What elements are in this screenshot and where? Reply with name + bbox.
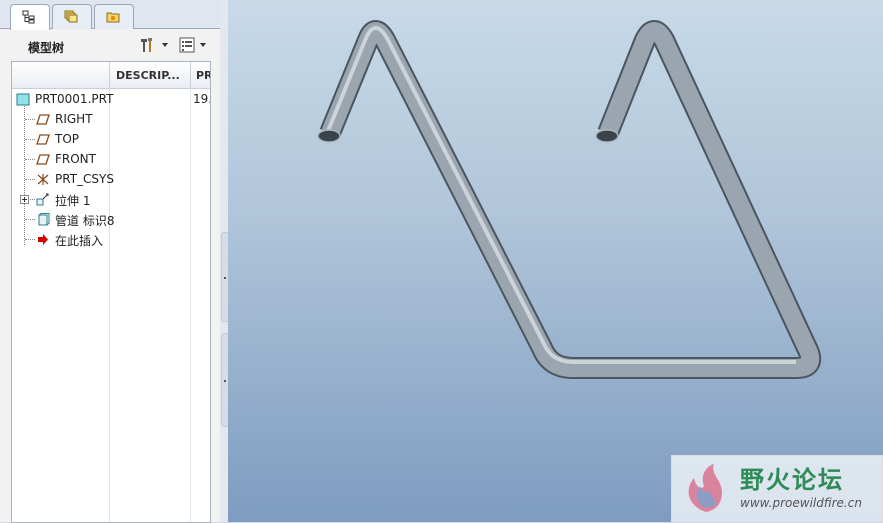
tree-item[interactable]: 拉伸 1 [12, 189, 210, 209]
pipe-icon [38, 213, 50, 226]
watermark-title: 野火论坛 [740, 466, 844, 494]
part-icon [16, 93, 30, 106]
navigator-tabs [0, 0, 220, 30]
column-header-description[interactable]: DESCRIP... [110, 62, 191, 89]
layers-icon [64, 10, 78, 23]
column-header-pr[interactable]: PR [191, 62, 211, 89]
insert-here-icon [38, 234, 48, 245]
tree-item[interactable]: 在此插入 [12, 229, 210, 249]
model-tree-icon [22, 10, 35, 24]
column-header-description-label: DESCRIP... [116, 69, 180, 82]
csys-icon [37, 174, 49, 185]
tree-root-item[interactable]: PRT0001.PRT 19. [12, 89, 210, 109]
tree-item[interactable]: PRT_CSYS [12, 169, 210, 189]
pane-title: 模型树 [28, 41, 65, 55]
tree-item[interactable]: FRONT [12, 149, 210, 169]
tree-item-label: FRONT [55, 152, 96, 166]
graphics-viewport[interactable]: 野火论坛 www.proewildfire.cn [228, 0, 883, 522]
tree-item[interactable]: RIGHT [12, 109, 210, 129]
tree-connector [25, 219, 35, 220]
grip-dot [224, 277, 226, 279]
tree-connector [25, 239, 35, 240]
tree-root-pr-value: 19. [193, 92, 211, 106]
column-header-pr-label: PR [196, 69, 211, 82]
expand-icon[interactable] [20, 195, 29, 204]
layers-tab[interactable] [52, 4, 92, 29]
model-tree: DESCRIP... PR PRT0001.PRT 19. RIGHT TOP … [11, 61, 211, 523]
list-icon [179, 37, 206, 53]
tree-item-label: PRT_CSYS [55, 172, 114, 186]
grip-dot [224, 380, 226, 382]
pane-header: 模型树 [0, 30, 220, 60]
column-header-name[interactable] [12, 62, 110, 89]
tools-icon [141, 38, 168, 52]
tree-item[interactable]: TOP [12, 129, 210, 149]
tree-connector [25, 159, 35, 160]
tree-connector [25, 119, 35, 120]
pipe-end [595, 129, 619, 143]
pipe-end [317, 129, 341, 143]
datum-plane-icon [36, 154, 50, 165]
tree-item-label: 拉伸 1 [55, 194, 91, 208]
tree-connector [25, 179, 35, 180]
tree-connector [25, 139, 35, 140]
tree-item-label: TOP [55, 132, 80, 146]
pipe-model [317, 20, 822, 379]
tree-root-label: PRT0001.PRT [35, 92, 114, 106]
tree-item-label: RIGHT [55, 112, 93, 126]
watermark-url: www.proewildfire.cn [740, 496, 862, 510]
folder-star-icon [106, 12, 120, 23]
datum-plane-icon [36, 134, 50, 145]
extrude-icon [36, 193, 49, 206]
datum-plane-icon [36, 114, 50, 125]
navigator-pane: 模型树 DESCRIP... PR PRT0001.PRT 19. RIGHT … [0, 0, 221, 523]
show-dropdown-button[interactable] [178, 36, 210, 54]
pane-splitter[interactable] [220, 0, 229, 522]
flame-logo-icon [688, 464, 722, 512]
tree-item[interactable]: 管道 标识8 [12, 209, 210, 229]
model-tree-tab[interactable] [10, 4, 50, 30]
tree-item-label: 在此插入 [55, 234, 104, 248]
favorites-tab[interactable] [94, 4, 134, 29]
watermark-logo: 野火论坛 www.proewildfire.cn [671, 455, 883, 522]
tree-item-label: 管道 标识8 [55, 214, 115, 228]
settings-dropdown-button[interactable] [138, 36, 170, 54]
